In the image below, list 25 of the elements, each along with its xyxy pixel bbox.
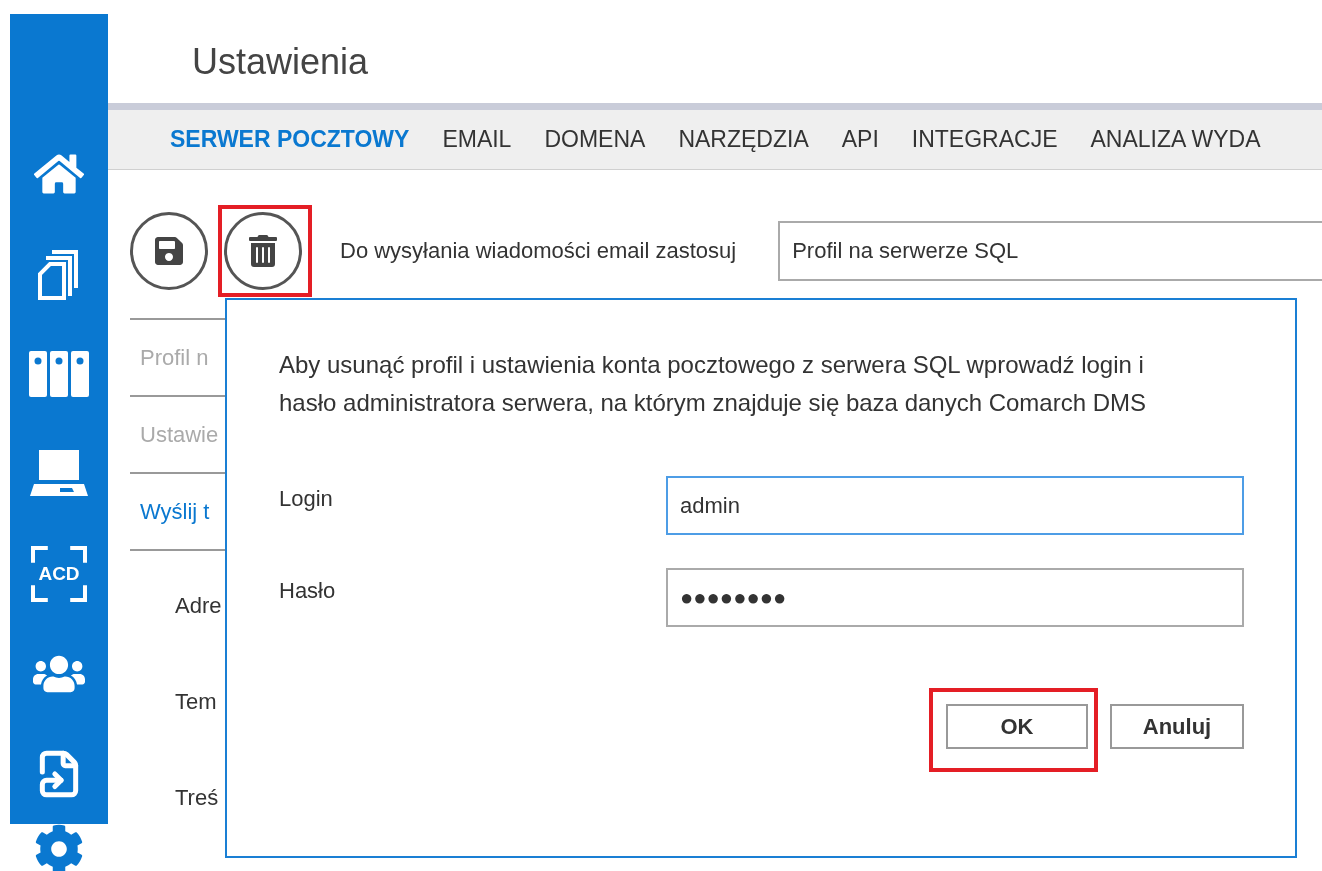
- login-field[interactable]: admin: [666, 476, 1244, 535]
- tab[interactable]: ANALIZA WYDA: [1090, 126, 1261, 153]
- field-label: Adre: [175, 593, 223, 619]
- settings-icon: [34, 824, 84, 871]
- tab[interactable]: API: [841, 126, 879, 153]
- tab[interactable]: DOMENA: [544, 126, 646, 153]
- field-label: Treś: [175, 785, 220, 811]
- profile-select[interactable]: Profil na serwerze SQL: [778, 220, 1322, 281]
- tab[interactable]: SERWER POCZTOWY: [170, 126, 410, 153]
- tab[interactable]: NARZĘDZIA: [678, 126, 809, 153]
- field-label: Login: [279, 485, 334, 512]
- laptop-icon: [30, 450, 88, 498]
- tab[interactable]: EMAIL: [442, 126, 512, 153]
- binders-icon: [29, 351, 89, 397]
- cancel-button[interactable]: Anuluj: [1110, 704, 1244, 749]
- acd-icon: ACD: [31, 546, 87, 602]
- tab[interactable]: INTEGRACJE: [911, 126, 1058, 153]
- field-label: Tem: [175, 689, 218, 715]
- trash-icon: [247, 234, 279, 267]
- field-label: Do wysyłania wiadomości email zastosuj: [340, 237, 737, 264]
- password-field[interactable]: ●●●●●●●●: [666, 568, 1244, 627]
- page-title: Ustawienia: [192, 44, 369, 80]
- field-label: Hasło: [279, 577, 337, 604]
- ok-button[interactable]: OK: [946, 704, 1088, 749]
- delete-button[interactable]: [224, 211, 302, 290]
